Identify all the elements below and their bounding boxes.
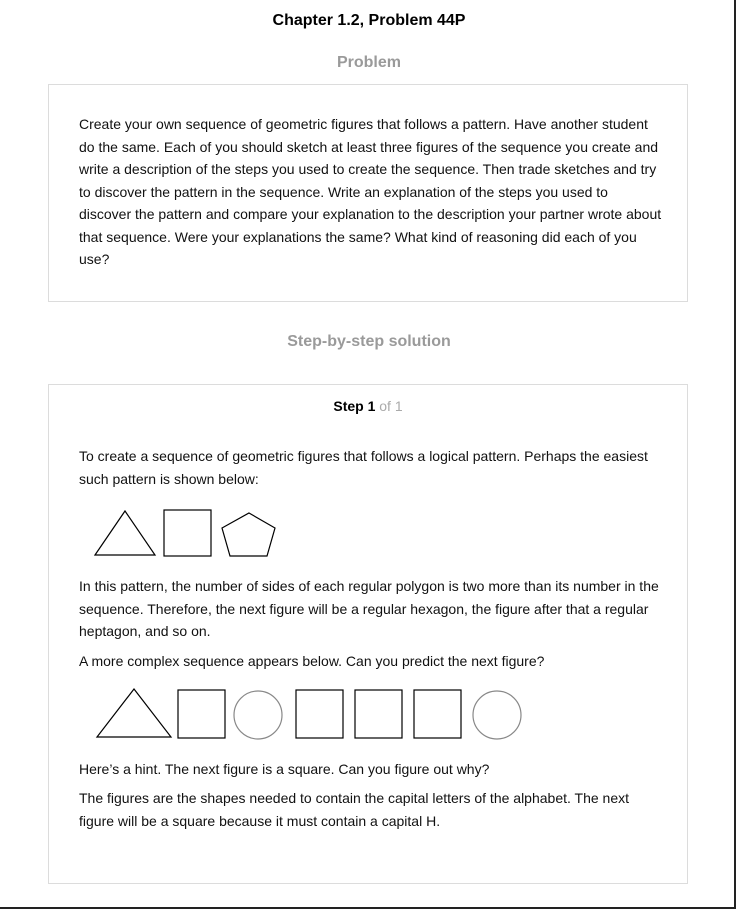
square-figure (295, 689, 344, 739)
square-figure (413, 689, 462, 739)
step-indicator: Step 1 of 1 (49, 398, 687, 414)
square-figure (163, 509, 212, 557)
solution-paragraph-4: Here’s a hint. The next figure is a squa… (79, 761, 490, 777)
solution-paragraph-5: The figures are the shapes needed to con… (79, 790, 629, 829)
triangle-figure (93, 509, 157, 556)
step-number: Step 1 (333, 398, 376, 414)
square-figure (177, 689, 226, 739)
step-total: of 1 (379, 398, 403, 414)
figure-sequence-complex (95, 688, 522, 740)
figure-sequence-simple (93, 509, 276, 557)
solution-heading: Step-by-step solution (287, 333, 451, 350)
solution-paragraph-1: To create a sequence of geometric figure… (79, 448, 648, 487)
solution-box: Step 1 of 1 To create a sequence of geom… (48, 384, 688, 884)
triangle-figure (95, 688, 173, 738)
circle-figure (233, 690, 283, 740)
circle-figure (472, 690, 522, 740)
solution-paragraph-3: A more complex sequence appears below. C… (79, 653, 545, 669)
solution-paragraph-2: In this pattern, the number of sides of … (79, 578, 659, 639)
square-figure (354, 689, 403, 739)
pentagon-figure (221, 512, 276, 557)
problem-box: Create your own sequence of geometric fi… (48, 84, 688, 302)
chapter-title: Chapter 1.2, Problem 44P (272, 12, 466, 29)
problem-text: Create your own sequence of geometric fi… (79, 116, 662, 267)
problem-heading: Problem (336, 54, 401, 71)
